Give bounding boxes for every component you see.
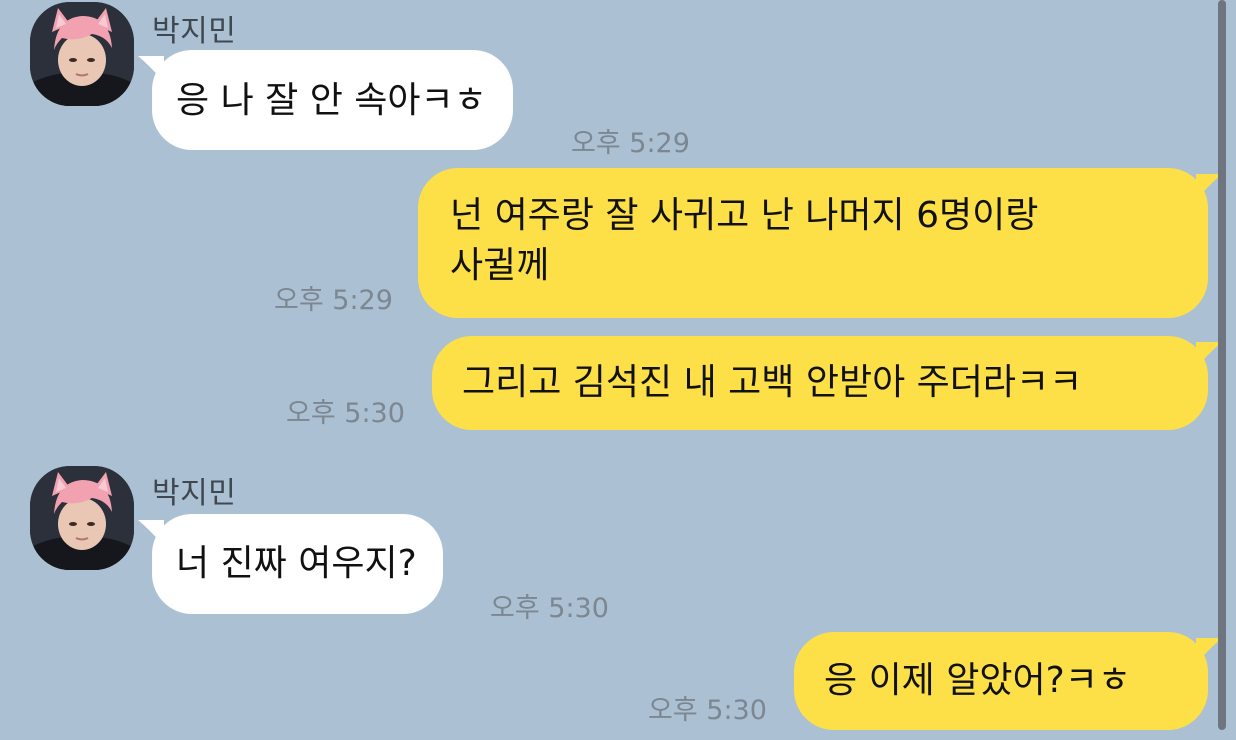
- message-time: 오후 5:29: [274, 285, 393, 316]
- profile-photo-icon: [30, 2, 134, 106]
- message-text: 응 이제 알았어?ㅋㅎ: [824, 660, 1131, 701]
- message-text-line: 사귈께: [450, 245, 550, 286]
- message-time: 오후 5:30: [286, 398, 405, 429]
- sender-name: 박지민: [152, 476, 237, 511]
- avatar[interactable]: [30, 466, 134, 570]
- incoming-message-bubble[interactable]: 너 진짜 여우지?: [138, 514, 443, 614]
- outgoing-message-bubble[interactable]: 넌 여주랑 잘 사귀고 난 나머지 6명이랑 사귈께: [418, 168, 1222, 318]
- message-text: 너 진짜 여우지?: [176, 543, 417, 584]
- outgoing-message-bubble[interactable]: 응 이제 알았어?ㅋㅎ: [794, 632, 1222, 730]
- scrollbar[interactable]: [1218, 0, 1226, 730]
- profile-photo-icon: [30, 466, 134, 570]
- chat-area[interactable]: 박지민 응 나 잘 안 속아ㅋㅎ 오후 5:29 넌 여주랑 잘 사귀고 난 나…: [0, 0, 1236, 740]
- message-text: 그리고 김석진 내 고백 안받아 주더라ㅋㅋ: [462, 362, 1083, 403]
- outgoing-message-bubble[interactable]: 그리고 김석진 내 고백 안받아 주더라ㅋㅋ: [432, 336, 1222, 430]
- incoming-message-bubble[interactable]: 응 나 잘 안 속아ㅋㅎ: [138, 50, 513, 150]
- bubble-tail-icon: [138, 520, 164, 546]
- sender-name: 박지민: [152, 14, 237, 49]
- avatar[interactable]: [30, 2, 134, 106]
- message-time: 오후 5:30: [648, 695, 767, 726]
- message-time: 오후 5:29: [571, 128, 690, 159]
- message-text-line: 넌 여주랑 잘 사귀고 난 나머지 6명이랑: [450, 195, 1039, 236]
- message-time: 오후 5:30: [490, 593, 609, 624]
- bubble-tail-icon: [138, 56, 164, 82]
- message-text: 응 나 잘 안 속아ㅋㅎ: [176, 80, 487, 121]
